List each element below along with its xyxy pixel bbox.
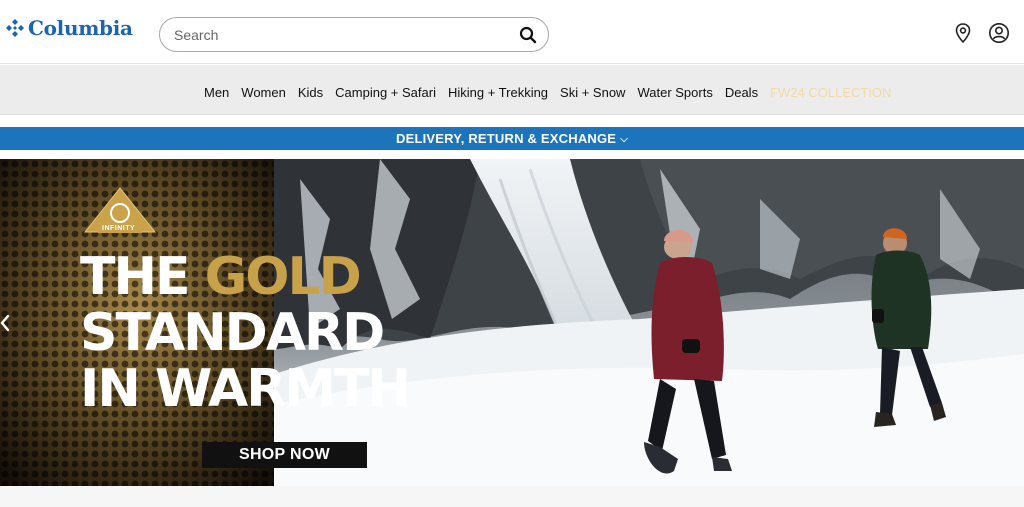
columbia-logo-icon	[6, 19, 24, 37]
search-icon[interactable]	[518, 25, 538, 45]
search-box	[159, 17, 549, 52]
site-header: Columbia	[0, 0, 1024, 64]
headline-line-3: IN WARMTH	[80, 359, 411, 419]
headline-line-2: STANDARD	[80, 303, 385, 363]
nav-item-kids[interactable]: Kids	[298, 85, 323, 100]
delivery-banner[interactable]: DELIVERY, RETURN & EXCHANGE ⌵	[0, 127, 1024, 150]
content-below-hero	[0, 486, 1024, 507]
brand-name: Columbia	[28, 16, 133, 40]
hero-banner[interactable]: INFINITY THE GOLD STANDARD IN WARMTH SHO…	[0, 159, 1024, 486]
nav-item-deals[interactable]: Deals	[725, 85, 758, 100]
nav-item-fw24-collection[interactable]: FW24 COLLECTION	[770, 85, 891, 100]
carousel-prev-icon[interactable]	[0, 313, 12, 333]
store-locator-icon[interactable]	[952, 22, 974, 44]
main-navigation: Men Women Kids Camping + Safari Hiking +…	[0, 65, 1024, 115]
nav-item-men[interactable]: Men	[204, 85, 229, 100]
nav-menu: Men Women Kids Camping + Safari Hiking +…	[204, 85, 891, 100]
account-icon[interactable]	[988, 22, 1010, 44]
nav-item-water-sports[interactable]: Water Sports	[637, 85, 712, 100]
chevron-down-icon: ⌵	[620, 134, 628, 145]
shop-now-button[interactable]: SHOP NOW	[202, 442, 367, 468]
nav-item-women[interactable]: Women	[241, 85, 286, 100]
gold-word: GOLD	[204, 247, 362, 307]
infinity-badge-text: INFINITY	[102, 225, 136, 232]
search-input[interactable]	[174, 18, 504, 51]
columbia-logo[interactable]: Columbia	[4, 16, 133, 40]
nav-item-ski-snow[interactable]: Ski + Snow	[560, 85, 625, 100]
headline-line-1: THE GOLD	[80, 247, 362, 307]
nav-item-camping-safari[interactable]: Camping + Safari	[335, 85, 436, 100]
hero-headline: THE GOLD STANDARD IN WARMTH	[80, 247, 411, 419]
delivery-banner-text: DELIVERY, RETURN & EXCHANGE	[396, 131, 617, 146]
nav-item-hiking-trekking[interactable]: Hiking + Trekking	[448, 85, 548, 100]
